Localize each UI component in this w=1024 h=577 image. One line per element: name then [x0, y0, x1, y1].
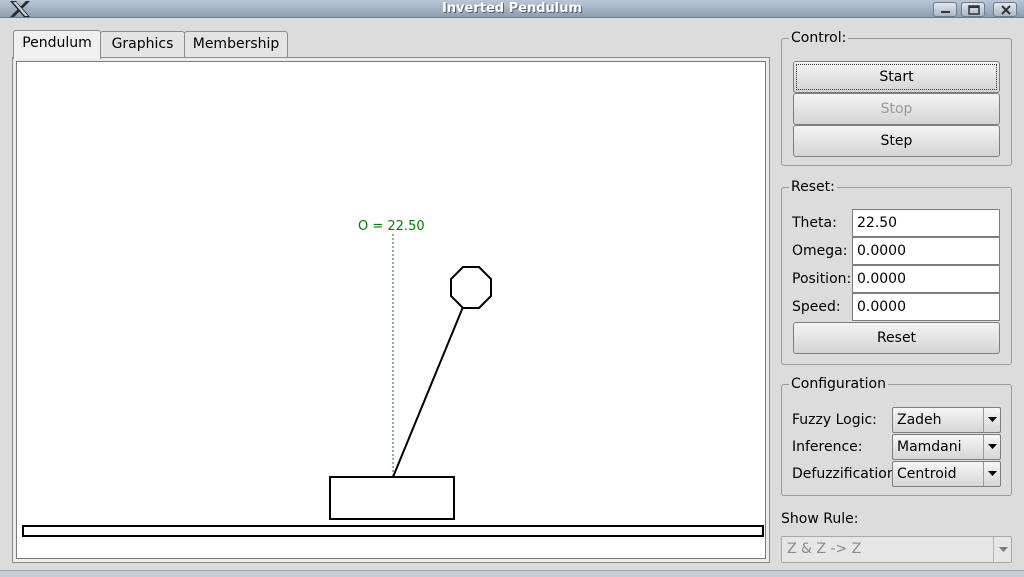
window-bottom-border	[0, 570, 1024, 577]
control-group: Control: Start Stop Step	[781, 29, 1012, 166]
close-button[interactable]	[993, 2, 1017, 17]
fuzzy-logic-label: Fuzzy Logic:	[792, 412, 877, 428]
reset-group-title: Reset:	[789, 178, 837, 196]
chevron-down-icon	[993, 537, 1011, 562]
pendulum-bob	[450, 266, 492, 309]
cart	[329, 476, 455, 520]
position-label: Position:	[792, 271, 852, 287]
position-field[interactable]: 0.0000	[852, 265, 1000, 293]
inference-select[interactable]: Mamdani	[892, 434, 1001, 460]
minimize-icon	[941, 11, 950, 13]
speed-label: Speed:	[792, 299, 841, 315]
configuration-group: Configuration Fuzzy Logic: Zadeh Inferen…	[781, 375, 1012, 496]
title-bar: Inverted Pendulum	[0, 0, 1024, 18]
show-rule-select[interactable]: Z & Z -> Z	[781, 536, 1012, 563]
fuzzy-logic-select[interactable]: Zadeh	[892, 407, 1001, 433]
omega-field[interactable]: 0.0000	[852, 237, 1000, 265]
defuzzification-select[interactable]: Centroid	[892, 461, 1001, 487]
minimize-button[interactable]	[933, 2, 957, 17]
speed-field[interactable]: 0.0000	[852, 293, 1000, 321]
defuzzification-label: Defuzzification:	[792, 466, 901, 482]
theta-field[interactable]: 22.50	[852, 209, 1000, 237]
angle-label: O = 22.50	[358, 219, 425, 234]
step-button[interactable]: Step	[793, 125, 1000, 157]
inference-label: Inference:	[792, 439, 863, 455]
tab-pendulum[interactable]: Pendulum	[13, 30, 101, 59]
omega-label: Omega:	[792, 243, 848, 259]
fuzzy-logic-value: Zadeh	[897, 412, 942, 428]
tab-graphics[interactable]: Graphics	[100, 31, 185, 58]
maximize-button[interactable]	[961, 2, 985, 17]
pendulum-canvas: O = 22.50	[16, 61, 766, 559]
defuzzification-value: Centroid	[897, 466, 957, 482]
close-icon	[1001, 5, 1011, 15]
pendulum-rod	[392, 306, 464, 478]
maximize-icon	[968, 5, 980, 15]
chevron-down-icon	[983, 462, 1000, 486]
pendulum-tab-pane: O = 22.50	[12, 57, 770, 563]
chevron-down-icon	[983, 408, 1000, 432]
start-button[interactable]: Start	[793, 61, 1000, 93]
tab-membership[interactable]: Membership	[184, 31, 288, 58]
reset-button[interactable]: Reset	[793, 322, 1000, 354]
control-group-title: Control:	[789, 29, 849, 47]
configuration-group-title: Configuration	[789, 375, 888, 393]
track	[22, 525, 764, 537]
inference-value: Mamdani	[897, 439, 962, 455]
show-rule-value: Z & Z -> Z	[787, 541, 862, 557]
theta-label: Theta:	[792, 215, 837, 231]
stop-button[interactable]: Stop	[793, 93, 1000, 125]
window-title: Inverted Pendulum	[441, 1, 583, 16]
show-rule-label: Show Rule:	[781, 511, 859, 527]
chevron-down-icon	[983, 435, 1000, 459]
reset-group: Reset: Theta: 22.50 Omega: 0.0000 Positi…	[781, 178, 1012, 365]
